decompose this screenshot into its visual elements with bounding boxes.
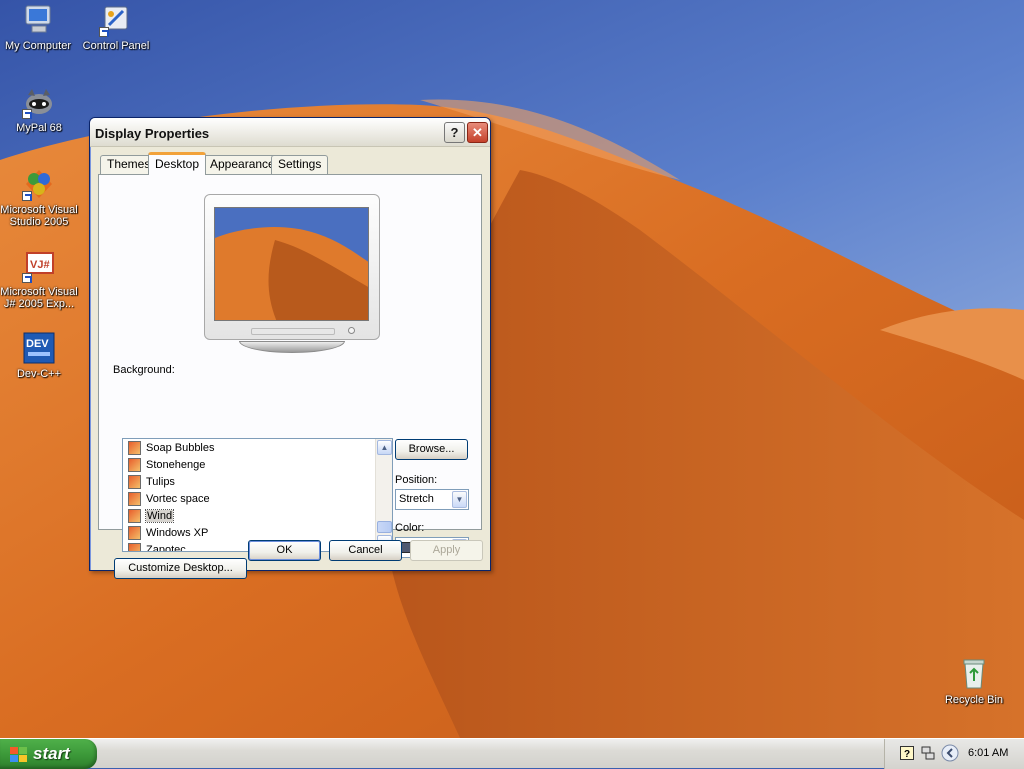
recycle-bin-icon [957, 657, 991, 691]
desktop-icon-label: Dev-C++ [16, 368, 62, 380]
display-properties-window: Display Properties ? ✕ Themes Desktop Ap… [89, 117, 491, 579]
windows-logo-icon [10, 747, 28, 763]
image-file-icon [128, 475, 141, 490]
chevron-down-icon[interactable]: ▼ [452, 491, 467, 508]
my-computer-icon [21, 3, 55, 37]
desktop-icon-label: Microsoft Visual J# 2005 Exp... [0, 286, 78, 310]
shortcut-arrow-icon [99, 27, 109, 37]
dev-cpp-icon: DEV [22, 331, 56, 365]
image-file-icon [128, 441, 141, 456]
window-title: Display Properties [95, 126, 210, 141]
browse-button[interactable]: Browse... [395, 439, 468, 460]
visual-studio-icon [22, 167, 56, 201]
desktop-icon-dev-cpp[interactable]: DEV Dev-C++ [0, 331, 79, 380]
listbox-scrollbar[interactable]: ▲ ▼ [375, 439, 392, 551]
monitor-stand [239, 341, 345, 353]
network-tray-icon[interactable] [921, 746, 935, 760]
list-item-selected[interactable]: Wind [128, 508, 368, 525]
desktop-icon-mypal[interactable]: MyPal 68 [0, 85, 79, 134]
image-file-icon [128, 509, 141, 524]
svg-text:VJ#: VJ# [30, 259, 50, 271]
desktop-icon-label: Microsoft Visual Studio 2005 [0, 204, 78, 228]
image-file-icon [128, 458, 141, 473]
desktop-icon-recycle-bin[interactable]: Recycle Bin [934, 657, 1014, 706]
image-file-icon [128, 543, 141, 551]
list-item[interactable]: Stonehenge [128, 457, 368, 474]
help-tray-icon[interactable]: ? [900, 746, 914, 760]
shortcut-arrow-icon [22, 191, 32, 201]
position-label: Position: [395, 474, 438, 486]
tab-appearance[interactable]: Appearance [203, 155, 282, 174]
list-item[interactable]: Tulips [128, 474, 368, 491]
mypal-icon [22, 85, 56, 119]
list-item[interactable]: Vortec space [128, 491, 368, 508]
close-button[interactable]: ✕ [467, 122, 488, 143]
help-button[interactable]: ? [444, 122, 465, 143]
desktop-tab-panel: Background: Soap Bubbles Stonehenge Tuli… [98, 174, 482, 579]
start-label: start [33, 744, 70, 763]
monitor-preview [204, 194, 380, 340]
desktop-icon-my-computer[interactable]: My Computer [0, 3, 78, 52]
desktop-icon-label: MyPal 68 [16, 122, 62, 134]
start-button[interactable]: start [0, 739, 97, 769]
image-file-icon [128, 492, 141, 507]
image-file-icon [128, 526, 141, 541]
desktop-icon-control-panel[interactable]: Control Panel [76, 3, 156, 52]
shortcut-arrow-icon [22, 273, 32, 283]
desktop-icon-label: My Computer [4, 40, 72, 52]
power-led-icon [348, 327, 355, 334]
taskbar: start ? 6:01 AM [0, 738, 1024, 769]
system-tray: ? 6:01 AM [884, 739, 1024, 769]
svg-text:?: ? [904, 749, 910, 760]
position-value: Stretch [399, 493, 434, 505]
desktop-icon-label: Control Panel [82, 40, 150, 52]
list-item[interactable]: Soap Bubbles [128, 440, 368, 457]
desktop-icon-label: Recycle Bin [944, 694, 1004, 706]
background-label: Background: [113, 364, 175, 376]
background-listbox[interactable]: Soap Bubbles Stonehenge Tulips Vortec sp… [122, 438, 393, 552]
control-panel-icon [99, 3, 133, 37]
color-label: Color: [395, 522, 425, 534]
wallpaper-preview [214, 207, 369, 321]
desktop-icon-visual-jsharp[interactable]: VJ# Microsoft Visual J# 2005 Exp... [0, 249, 79, 310]
title-bar[interactable]: Display Properties ? ✕ [90, 118, 490, 147]
customize-desktop-button[interactable]: Customize Desktop... [114, 558, 247, 579]
visual-jsharp-icon: VJ# [22, 249, 56, 283]
apply-button[interactable]: Apply [410, 540, 483, 561]
monitor-slot [251, 328, 335, 335]
tab-desktop[interactable]: Desktop [148, 152, 207, 175]
clock[interactable]: 6:01 AM [968, 747, 1008, 759]
svg-text:DEV: DEV [26, 338, 49, 350]
scroll-thumb[interactable] [377, 521, 392, 533]
scroll-up-button[interactable]: ▲ [377, 440, 392, 455]
cancel-button[interactable]: Cancel [329, 540, 402, 561]
desktop-icon-visual-studio[interactable]: Microsoft Visual Studio 2005 [0, 167, 79, 228]
position-select[interactable]: Stretch ▼ [395, 489, 469, 510]
chevron-left-icon[interactable] [941, 744, 959, 762]
shortcut-arrow-icon [22, 109, 32, 119]
tab-settings[interactable]: Settings [271, 155, 329, 174]
ok-button[interactable]: OK [248, 540, 321, 561]
